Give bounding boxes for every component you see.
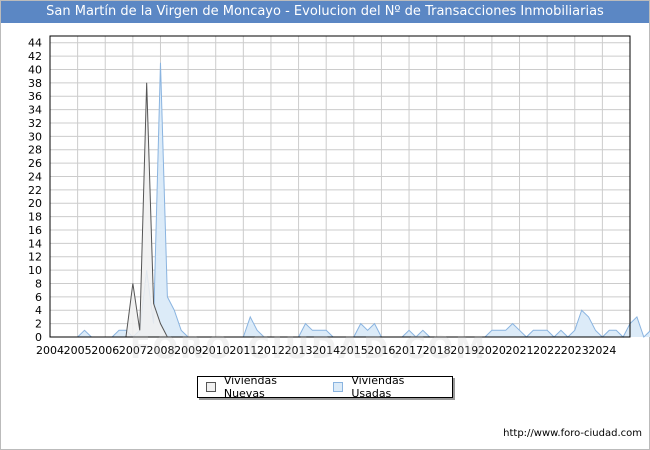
y-tick-label: 30 xyxy=(28,130,42,143)
x-tick-label: 2024 xyxy=(588,344,616,357)
y-tick-label: 34 xyxy=(28,104,42,117)
y-tick-label: 18 xyxy=(28,211,42,224)
x-tick-label: 2006 xyxy=(91,344,119,357)
y-tick-label: 44 xyxy=(28,37,42,50)
y-tick-label: 2 xyxy=(35,318,42,331)
x-tick-label: 2005 xyxy=(64,344,92,357)
watermark-text: FORO-CIUDAD.COM xyxy=(130,331,487,366)
y-tick-label: 6 xyxy=(35,291,42,304)
legend-label-usadas: Viviendas Usadas xyxy=(351,374,405,400)
y-tick-label: 12 xyxy=(28,251,42,264)
legend-label-nuevas: Viviendas Nuevas xyxy=(223,374,277,400)
legend-swatch-nuevas xyxy=(206,382,216,392)
y-tick-label: 8 xyxy=(35,277,42,290)
y-tick-label: 36 xyxy=(28,90,42,103)
x-tick-label: 2021 xyxy=(506,344,534,357)
y-tick-label: 10 xyxy=(28,264,42,277)
legend-item-usadas: Viviendas Usadas xyxy=(333,374,446,400)
y-tick-label: 28 xyxy=(28,144,42,157)
y-tick-label: 4 xyxy=(35,304,42,317)
legend-item-nuevas: Viviendas Nuevas xyxy=(206,374,319,400)
y-tick-label: 14 xyxy=(28,237,42,250)
y-tick-label: 32 xyxy=(28,117,42,130)
y-tick-label: 16 xyxy=(28,224,42,237)
legend-swatch-usadas xyxy=(333,382,344,392)
y-tick-label: 38 xyxy=(28,77,42,90)
plot-background xyxy=(50,36,630,337)
x-tick-label: 2022 xyxy=(533,344,561,357)
source-url: http://www.foro-ciudad.com xyxy=(503,428,642,439)
y-tick-label: 22 xyxy=(28,184,42,197)
y-tick-label: 20 xyxy=(28,197,42,210)
y-tick-label: 0 xyxy=(35,331,42,344)
x-tick-label: 2023 xyxy=(561,344,589,357)
chart-legend: Viviendas Nuevas Viviendas Usadas xyxy=(197,374,453,400)
y-tick-label: 40 xyxy=(28,63,42,76)
y-tick-label: 24 xyxy=(28,170,42,183)
y-tick-label: 26 xyxy=(28,157,42,170)
y-tick-label: 42 xyxy=(28,50,42,63)
x-tick-label: 2004 xyxy=(36,344,64,357)
